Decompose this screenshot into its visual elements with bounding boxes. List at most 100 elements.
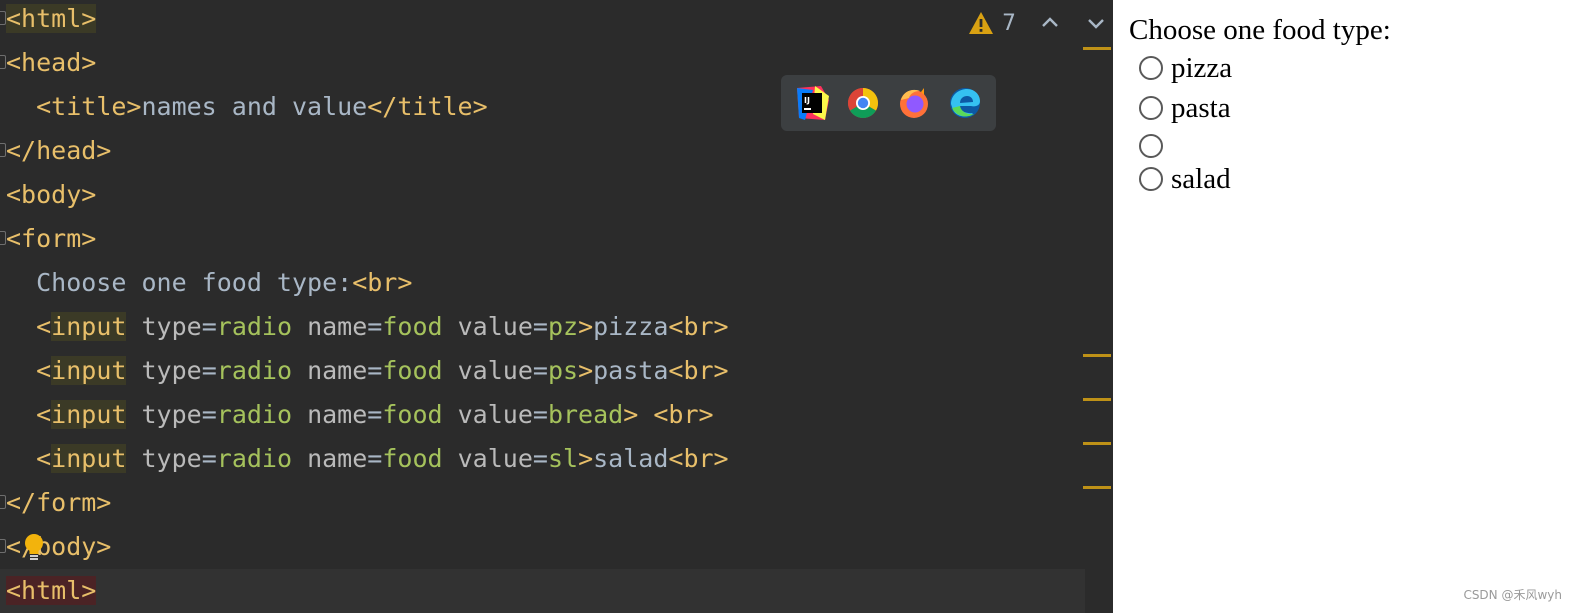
code-line[interactable]: <input type=radio name=food value=bread>…	[0, 393, 1085, 437]
code-token: <	[36, 356, 52, 385]
radio-button[interactable]	[1139, 167, 1163, 191]
code-token: =	[367, 356, 383, 385]
code-token: radio	[216, 356, 293, 385]
code-token: sl	[547, 444, 579, 473]
code-line[interactable]: <form>	[0, 217, 1085, 261]
code-token: type	[126, 356, 202, 385]
radio-label: salad	[1171, 162, 1231, 195]
code-token: =	[532, 312, 548, 341]
firefox-icon[interactable]	[897, 86, 931, 120]
code-line[interactable]: <body>	[0, 173, 1085, 217]
radio-option[interactable]: pasta	[1139, 92, 1231, 124]
code-token: input	[51, 400, 127, 429]
code-token: radio	[216, 312, 293, 341]
code-token: =	[532, 444, 548, 473]
code-line-text: </form>	[6, 481, 111, 525]
code-token: <title>	[36, 92, 142, 121]
code-line-text: <html>	[6, 0, 97, 41]
code-token: >	[578, 312, 594, 341]
code-token: =	[367, 312, 383, 341]
radio-button[interactable]	[1139, 56, 1163, 80]
code-token: <br>	[668, 356, 729, 385]
code-line[interactable]: Choose one food type:<br>	[0, 261, 1085, 305]
warning-marker[interactable]	[1083, 398, 1111, 401]
code-token: =	[367, 400, 383, 429]
code-line[interactable]: <input type=radio name=food value=sl>sal…	[0, 437, 1085, 481]
radio-label: pasta	[1171, 91, 1231, 124]
watermark: CSDN @禾风wyh	[1463, 588, 1562, 602]
code-token: Choose one food type:	[6, 268, 353, 297]
code-token: =	[201, 312, 217, 341]
code-token: pz	[547, 312, 579, 341]
code-token: =	[367, 444, 383, 473]
code-token: =	[201, 356, 217, 385]
radio-button[interactable]	[1139, 134, 1163, 158]
code-token: <html>	[6, 576, 97, 605]
code-line-text: </body>	[6, 525, 111, 569]
chevron-up-icon[interactable]	[1038, 11, 1062, 35]
code-token: name	[292, 444, 368, 473]
code-token: <br>	[668, 312, 729, 341]
warning-marker[interactable]	[1083, 486, 1111, 489]
code-token: </title>	[367, 92, 488, 121]
radio-option[interactable]	[1139, 130, 1171, 162]
intellij-idea-icon[interactable]: IJ	[795, 86, 830, 120]
code-token: =	[201, 444, 217, 473]
code-token: value	[442, 356, 533, 385]
warning-count[interactable]: 7	[1002, 11, 1016, 36]
warning-marker[interactable]	[1083, 442, 1111, 445]
code-token: =	[201, 400, 217, 429]
code-line-text: <input type=radio name=food value=sl>sal…	[6, 437, 729, 481]
code-line-text: <input type=radio name=food value=pz>piz…	[6, 305, 729, 349]
code-token: pasta	[593, 356, 669, 385]
code-line[interactable]: </body>	[0, 525, 1085, 569]
code-line[interactable]: <html>	[0, 569, 1085, 613]
code-token: >	[578, 444, 594, 473]
code-line[interactable]: <input type=radio name=food value=pz>piz…	[0, 305, 1085, 349]
code-line-text: <html>	[6, 569, 97, 613]
code-line-text: <body>	[6, 173, 96, 217]
radio-option[interactable]: pizza	[1139, 52, 1232, 84]
code-line[interactable]: </head>	[0, 129, 1085, 173]
code-line-text: <input type=radio name=food value=bread>…	[6, 393, 714, 437]
code-line[interactable]: </form>	[0, 481, 1085, 525]
code-token: <body>	[6, 180, 97, 209]
warning-triangle-icon[interactable]	[968, 11, 994, 35]
code-token: radio	[216, 444, 293, 473]
code-token: =	[532, 400, 548, 429]
radio-label: pizza	[1171, 51, 1233, 84]
code-token: input	[51, 356, 127, 385]
edge-icon[interactable]	[948, 86, 982, 120]
code-token: name	[292, 400, 368, 429]
code-line-text: <title>names and value</title>	[6, 85, 488, 129]
code-token: <	[36, 444, 52, 473]
warning-marker[interactable]	[1083, 47, 1111, 50]
code-token: <html>	[6, 4, 97, 33]
code-token: name	[292, 312, 368, 341]
code-token: names and value	[141, 92, 368, 121]
code-token: </body>	[6, 532, 112, 561]
warning-marker[interactable]	[1083, 354, 1111, 357]
error-stripe[interactable]	[1083, 0, 1113, 613]
code-line-text: </head>	[6, 129, 111, 173]
browser-preview: Choose one food type: pizza pasta salad CS…	[1113, 0, 1574, 613]
radio-option[interactable]: salad	[1139, 163, 1231, 195]
code-token: <br>	[653, 400, 714, 429]
code-line-text: <input type=radio name=food value=ps>pas…	[6, 349, 729, 393]
code-token: ps	[547, 356, 579, 385]
code-line[interactable]: <input type=radio name=food value=ps>pas…	[0, 349, 1085, 393]
code-line[interactable]: <html>	[0, 0, 1085, 41]
code-editor[interactable]: <html> <head> <title>names and value</tit…	[0, 0, 1113, 613]
radio-button[interactable]	[1139, 96, 1163, 120]
svg-text:IJ: IJ	[804, 96, 810, 105]
lightbulb-icon[interactable]	[23, 533, 45, 561]
code-token: salad	[593, 444, 669, 473]
chrome-icon[interactable]	[846, 86, 880, 120]
code-token: </head>	[6, 136, 112, 165]
code-token: food	[382, 444, 443, 473]
code-token: value	[442, 444, 533, 473]
